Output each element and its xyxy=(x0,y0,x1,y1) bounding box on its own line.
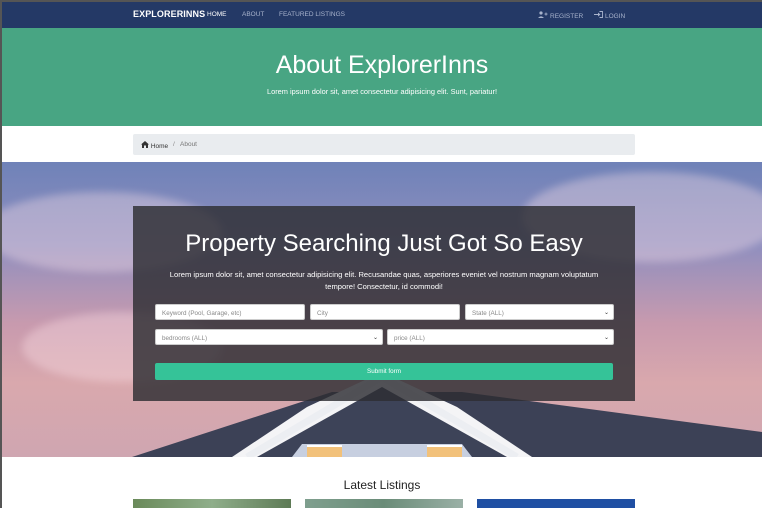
search-hero: Property Searching Just Got So Easy Lore… xyxy=(2,162,762,457)
breadcrumb-current: About xyxy=(180,141,197,148)
page-title: About ExplorerInns xyxy=(275,51,489,79)
state-select[interactable]: State (ALL) ⌄ xyxy=(465,304,614,320)
listing-card-image[interactable] xyxy=(477,499,635,508)
breadcrumb-home-label: Home xyxy=(150,143,169,150)
home-icon xyxy=(141,141,151,150)
nav-register[interactable]: REGISTER xyxy=(538,11,583,20)
keyword-input[interactable]: Keyword (Pool, Garage, etc) xyxy=(155,304,305,320)
keyword-placeholder: Keyword (Pool, Garage, etc) xyxy=(162,310,242,317)
nav-login-label: LOGIN xyxy=(605,13,626,20)
bedrooms-select[interactable]: bedrooms (ALL) ⌄ xyxy=(155,329,383,345)
city-input[interactable]: City xyxy=(310,304,460,320)
page-subtitle: Lorem ipsum dolor sit, amet consectetur … xyxy=(266,87,498,96)
listing-card-image[interactable] xyxy=(305,499,463,508)
navbar: EXPLORERINNS HOME ABOUT FEATURED LISTING… xyxy=(2,2,762,28)
search-panel: Property Searching Just Got So Easy Lore… xyxy=(133,206,635,401)
breadcrumb: Home / About xyxy=(133,134,635,155)
nav-login[interactable]: LOGIN xyxy=(594,11,625,20)
price-select[interactable]: price (ALL) ⌄ xyxy=(387,329,614,345)
user-plus-icon xyxy=(538,11,548,20)
price-selected: price (ALL) xyxy=(394,335,425,342)
city-placeholder: City xyxy=(317,310,328,317)
submit-button[interactable]: Submit form xyxy=(155,363,613,380)
about-showcase: About ExplorerInns Lorem ipsum dolor sit… xyxy=(2,28,762,126)
breadcrumb-separator: / xyxy=(173,141,175,148)
nav-featured-listings[interactable]: FEATURED LISTINGS xyxy=(279,11,345,18)
chevron-down-icon: ⌄ xyxy=(603,335,609,341)
bedrooms-selected: bedrooms (ALL) xyxy=(162,335,208,342)
listing-card-image[interactable] xyxy=(133,499,291,508)
breadcrumb-home[interactable]: Home xyxy=(141,141,168,150)
browser-viewport: EXPLORERINNS HOME ABOUT FEATURED LISTING… xyxy=(0,0,762,508)
nav-register-label: REGISTER xyxy=(550,13,584,20)
sign-in-icon xyxy=(594,11,603,20)
latest-listings-heading: Latest Listings xyxy=(343,478,421,492)
search-title: Property Searching Just Got So Easy xyxy=(185,230,583,257)
nav-about[interactable]: ABOUT xyxy=(242,11,264,18)
brand-logo[interactable]: EXPLORERINNS xyxy=(133,9,205,19)
nav-home[interactable]: HOME xyxy=(207,11,227,18)
state-selected: State (ALL) xyxy=(472,310,504,317)
chevron-down-icon: ⌄ xyxy=(603,310,609,316)
chevron-down-icon: ⌄ xyxy=(372,335,378,341)
search-lead: Lorem ipsum dolor sit, amet consectetur … xyxy=(169,270,599,291)
